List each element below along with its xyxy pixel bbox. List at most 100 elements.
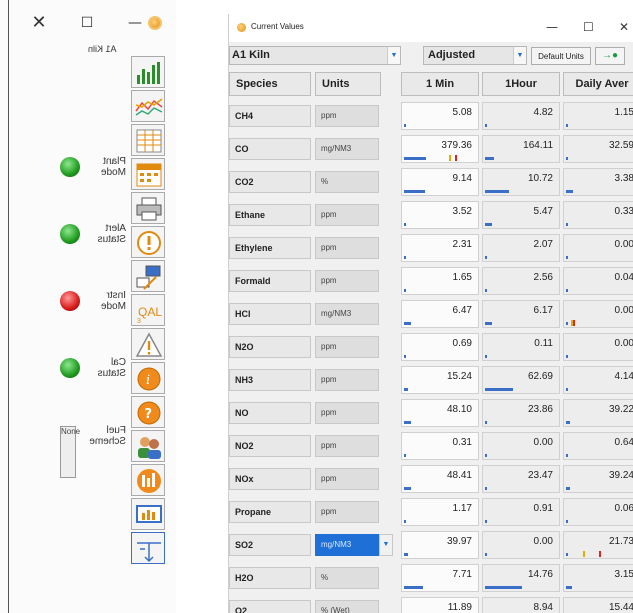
value-daily: 32.59: [563, 135, 633, 163]
line-chart-button[interactable]: [131, 90, 165, 122]
unit-cell[interactable]: % (Wet): [315, 600, 379, 613]
header-1hour: 1Hour: [482, 72, 560, 96]
value-1hour-text: 164.11: [523, 140, 553, 151]
mode-select[interactable]: Adjusted ▼: [423, 46, 527, 65]
value-1hour: 6.17: [482, 300, 560, 328]
unit-cell[interactable]: mg/NM3: [315, 534, 379, 556]
alerts-button[interactable]: [131, 226, 165, 258]
print-button[interactable]: [131, 192, 165, 224]
unit-cell[interactable]: ppm: [315, 435, 379, 457]
instr-mode-indicator: [60, 291, 80, 311]
chevron-down-icon[interactable]: ▼: [379, 534, 393, 556]
instrument-button[interactable]: [131, 260, 165, 292]
factory-icon: [137, 469, 161, 493]
exit-icon: [137, 542, 161, 563]
value-1hour: 164.11: [482, 135, 560, 163]
close-button[interactable]: ✕: [619, 20, 629, 34]
info-icon: i: [137, 367, 161, 391]
value-daily-text: 0.64: [614, 437, 633, 448]
value-1min-text: 6.47: [452, 305, 472, 316]
trend-bar: [404, 190, 425, 193]
qal-button[interactable]: QAL 3: [131, 294, 165, 326]
table-row: CO2% 9.14 10.72 3.38: [229, 168, 633, 196]
table-button[interactable]: [131, 124, 165, 156]
unit-cell[interactable]: %: [315, 171, 379, 193]
help-icon: ?: [137, 401, 161, 425]
species-cell: CO: [229, 138, 311, 160]
trend-bar: [566, 289, 568, 292]
trend-bar: [404, 454, 406, 457]
warnings-button[interactable]: [131, 328, 165, 360]
events-button[interactable]: [131, 158, 165, 190]
current-values-window: Current Values — ☐ ✕ A1 Kiln ▼ Adjusted …: [228, 14, 633, 613]
value-daily-text: 39.24: [608, 470, 633, 481]
minimize-button[interactable]: —: [120, 11, 150, 35]
value-daily-text: 4.14: [614, 371, 633, 382]
kiln-select[interactable]: A1 Kiln ▼: [229, 46, 401, 65]
value-daily-text: 32.59: [608, 140, 633, 151]
unit-cell[interactable]: ppm: [315, 369, 379, 391]
close-button[interactable]: ✕: [24, 11, 54, 35]
unit-cell[interactable]: mg/NM3: [315, 303, 379, 325]
app-icon: [237, 23, 246, 32]
value-1hour: 8.94: [482, 597, 560, 613]
value-1hour-text: 14.76: [527, 569, 553, 580]
species-cell: CH4: [229, 105, 311, 127]
value-daily: 1.15: [563, 102, 633, 130]
value-daily-text: 15.44: [608, 602, 633, 613]
dashboard-button[interactable]: [131, 498, 165, 530]
unit-cell[interactable]: ppm: [315, 204, 379, 226]
limit-marker: [455, 155, 457, 161]
unit-cell[interactable]: mg/NM3: [315, 138, 379, 160]
help-button[interactable]: ?: [131, 396, 165, 428]
maximize-button[interactable]: ☐: [72, 11, 102, 35]
value-1min-text: 11.89: [447, 602, 472, 613]
species-cell: HCl: [229, 303, 311, 325]
value-1min: 11.89: [401, 597, 479, 613]
unit-cell[interactable]: ppm: [315, 105, 379, 127]
unit-cell[interactable]: ppm: [315, 336, 379, 358]
bar-chart-button[interactable]: [131, 56, 165, 88]
unit-cell[interactable]: ppm: [315, 237, 379, 259]
value-daily-text: 0.33: [614, 206, 633, 217]
unit-cell[interactable]: %: [315, 567, 379, 589]
trend-bar: [566, 520, 568, 523]
value-1min-text: 3.52: [452, 206, 472, 217]
trend-bar: [404, 388, 408, 391]
maximize-button[interactable]: ☐: [583, 20, 594, 34]
trend-bar: [485, 157, 494, 160]
value-1min-text: 48.10: [446, 404, 472, 415]
value-daily-text: 1.15: [614, 107, 633, 118]
header-units: Units: [315, 72, 381, 96]
value-1hour-text: 0.00: [533, 437, 553, 448]
value-1min: 7.71: [401, 564, 479, 592]
value-1hour-text: 5.47: [533, 206, 553, 217]
users-button[interactable]: [131, 430, 165, 462]
svg-text:?: ?: [145, 407, 153, 422]
minimize-button[interactable]: —: [546, 20, 558, 34]
value-1min-text: 48.41: [446, 470, 472, 481]
species-cell: NO2: [229, 435, 311, 457]
unit-cell[interactable]: ppm: [315, 270, 379, 292]
unit-cell[interactable]: ppm: [315, 501, 379, 523]
value-1hour-text: 23.86: [527, 404, 553, 415]
unit-cell[interactable]: ppm: [315, 468, 379, 490]
value-1hour: 0.11: [482, 333, 560, 361]
value-daily-text: 0.00: [614, 338, 633, 349]
cal-status-indicator: [60, 358, 80, 378]
trend-bar: [485, 388, 514, 391]
value-1hour: 0.00: [482, 531, 560, 559]
species-cell: SO2: [229, 534, 311, 556]
info-button[interactable]: i: [131, 362, 165, 394]
value-daily: 0.64: [563, 432, 633, 460]
users-icon: [138, 437, 161, 459]
table-row: CO mg/NM3 379.36 164.11 32.59: [229, 135, 633, 163]
default-units-button[interactable]: Default Units: [531, 47, 591, 65]
exit-button[interactable]: [131, 532, 165, 564]
connect-button[interactable]: →●: [595, 47, 625, 65]
value-1hour-text: 4.82: [533, 107, 553, 118]
unit-cell[interactable]: ppm: [315, 402, 379, 424]
value-1min-text: 9.14: [452, 173, 472, 184]
value-daily-text: 0.00: [614, 239, 633, 250]
plant-button[interactable]: [131, 464, 165, 496]
